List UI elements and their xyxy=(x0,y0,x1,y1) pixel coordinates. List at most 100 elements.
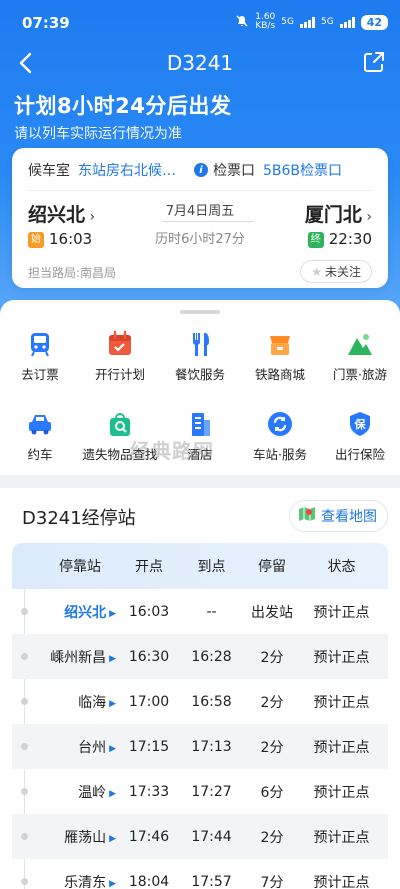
page-title: D3241 xyxy=(166,51,234,75)
stop-stay: 6分 xyxy=(260,784,284,801)
stop-depart: 16:30 xyxy=(128,648,170,665)
table-row[interactable]: 嵊州新昌 ▶ 16:30 16:28 2分 预计正点 xyxy=(12,634,388,679)
service-car[interactable]: 约车 xyxy=(0,410,80,463)
stop-dot xyxy=(21,743,28,750)
header-status: 状态 xyxy=(327,559,356,575)
stop-depart: 16:03 xyxy=(128,603,170,620)
net-label-1: 5G xyxy=(281,17,294,27)
service-dining[interactable]: 餐饮服务 xyxy=(160,330,240,383)
stop-stay: 2分 xyxy=(260,739,284,756)
view-map-label: 查看地图 xyxy=(321,509,377,525)
triangle-right-icon: ▶ xyxy=(109,833,116,844)
gate-value[interactable]: 5B6B检票口 xyxy=(263,160,342,180)
stop-depart: 17:46 xyxy=(128,828,170,845)
mall-icon xyxy=(266,330,294,358)
star-icon: ★ xyxy=(311,265,322,279)
stop-arrive: 17:44 xyxy=(191,828,232,845)
header-arrive: 到点 xyxy=(197,559,226,575)
bureau-text: 担当路局:南昌局 xyxy=(28,266,117,280)
table-row[interactable]: 温岭 ▶ 17:33 17:27 6分 预计正点 xyxy=(12,769,388,814)
drag-handle[interactable] xyxy=(180,310,220,314)
hotel-icon xyxy=(186,410,214,438)
service-station[interactable]: 车站·服务 xyxy=(240,410,320,463)
status-icons: 1.60 KB/s 5G 5G 42 xyxy=(235,13,388,31)
station-service-icon xyxy=(266,410,294,438)
share-icon[interactable] xyxy=(362,50,386,74)
departure-time: 始 16:03 xyxy=(28,230,92,248)
stop-depart: 17:33 xyxy=(128,783,170,800)
divider xyxy=(28,190,372,191)
route-line xyxy=(162,221,254,222)
car-icon xyxy=(26,410,54,438)
service-mall[interactable]: 铁路商城 xyxy=(240,330,320,383)
table-row[interactable]: 乐清东 ▶ 18:04 17:57 7分 预计正点 xyxy=(12,859,388,889)
mountain-icon xyxy=(346,330,374,358)
nav-bar: D3241 xyxy=(0,44,400,84)
stop-station: 绍兴北 xyxy=(64,604,107,621)
map-icon xyxy=(298,505,316,527)
stop-dot xyxy=(21,698,28,705)
stop-dot xyxy=(21,788,28,795)
watermark: 经典路网 xyxy=(130,439,214,463)
service-tickets-travel[interactable]: 门票·旅游 xyxy=(320,330,400,383)
view-map-button[interactable]: 查看地图 xyxy=(289,500,388,532)
service-label: 出行保险 xyxy=(334,447,385,462)
stop-status: 预计正点 xyxy=(313,649,370,666)
arrival-time: 终 22:30 xyxy=(307,230,372,248)
info-icon[interactable]: i xyxy=(194,163,208,177)
service-label: 门票·旅游 xyxy=(333,367,387,382)
triangle-right-icon: ▶ xyxy=(109,698,116,709)
signal-icon xyxy=(339,16,355,28)
mute-icon xyxy=(235,14,249,31)
service-book-ticket[interactable]: 去订票 xyxy=(0,330,80,383)
waiting-room-value[interactable]: 东站房右北候… xyxy=(78,160,176,180)
stop-arrive: 17:13 xyxy=(191,738,232,755)
insurance-icon: 保 xyxy=(346,410,374,438)
stop-depart: 18:04 xyxy=(128,873,170,889)
header-stay: 停留 xyxy=(258,559,286,575)
header-station: 停靠站 xyxy=(59,559,101,575)
stop-station: 雁荡山 xyxy=(64,829,107,846)
net-label-2: 5G xyxy=(320,17,334,27)
start-tag: 始 xyxy=(28,232,44,248)
table-row[interactable]: 临海 ▶ 17:00 16:58 2分 预计正点 xyxy=(12,679,388,724)
stop-stay: 2分 xyxy=(260,694,284,711)
stop-arrive: 16:28 xyxy=(191,648,232,665)
stop-dot xyxy=(21,653,28,660)
stop-status: 预计正点 xyxy=(313,784,370,801)
triangle-right-icon: ▶ xyxy=(109,653,116,664)
waiting-room-label: 候车室 xyxy=(28,163,70,179)
stop-dot xyxy=(21,608,28,615)
triangle-right-icon: ▶ xyxy=(109,608,116,619)
follow-label: 未关注 xyxy=(324,265,361,279)
stop-station: 乐清东 xyxy=(64,874,107,889)
service-label: 约车 xyxy=(27,447,53,462)
table-header: 停靠站 开点 到点 停留 状态 xyxy=(12,543,388,589)
stop-status: 预计正点 xyxy=(313,604,370,621)
triangle-right-icon: ▶ xyxy=(109,878,116,889)
stop-arrive: 17:57 xyxy=(191,873,232,889)
stop-arrive: -- xyxy=(206,603,217,620)
status-bar: 07:39 1.60 KB/s 5G 5G 42 xyxy=(0,0,400,44)
stop-station: 台州 xyxy=(78,739,107,756)
stop-dot xyxy=(21,878,28,885)
signal-icon xyxy=(299,16,315,28)
service-insurance[interactable]: 保 出行保险 xyxy=(320,410,400,463)
stops-panel: D3241经停站 查看地图 停靠站 开点 到点 停留 状态 绍兴北 ▶ 16:03… xyxy=(0,488,400,889)
lost-bag-icon xyxy=(106,410,134,438)
follow-button[interactable]: ★ 未关注 xyxy=(300,260,372,283)
stop-station: 临海 xyxy=(78,694,107,711)
service-label: 铁路商城 xyxy=(254,367,305,382)
end-tag: 终 xyxy=(307,232,324,248)
stop-station: 嵊州新昌 xyxy=(50,649,107,666)
table-row[interactable]: 绍兴北 ▶ 16:03 -- 出发站 预计正点 xyxy=(12,589,388,634)
stop-station: 温岭 xyxy=(78,784,107,801)
arrive-time-value: 22:30 xyxy=(328,230,372,248)
table-row[interactable]: 雁荡山 ▶ 17:46 17:44 2分 预计正点 xyxy=(12,814,388,859)
table-row[interactable]: 台州 ▶ 17:15 17:13 2分 预计正点 xyxy=(12,724,388,769)
stop-status: 预计正点 xyxy=(313,874,370,889)
service-schedule[interactable]: 开行计划 xyxy=(80,330,160,383)
waiting-info: 候车室 东站房右北候… i 检票口 5B6B检票口 xyxy=(28,160,376,180)
departure-note: 请以列车实际运行情况为准 xyxy=(14,126,182,142)
stops-title: D3241经停站 xyxy=(22,508,136,529)
